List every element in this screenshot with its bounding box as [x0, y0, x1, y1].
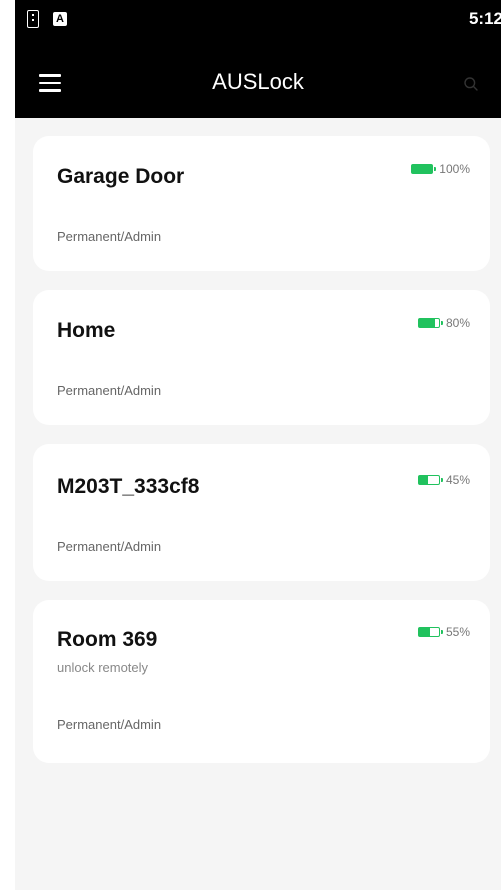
lock-role: Permanent/Admin [57, 717, 162, 732]
battery-indicator: 80% [417, 316, 470, 330]
battery-percent: 45% [445, 473, 470, 487]
battery-percent: 55% [445, 625, 470, 639]
battery-icon [417, 475, 443, 485]
app-screen: A 5:12 AUSLock Garage Door 100% Permanen… [15, 0, 501, 890]
lock-name: M203T_333cf8 [57, 475, 200, 498]
lock-subtitle: unlock remotely [57, 660, 149, 675]
battery-indicator: 55% [417, 625, 470, 639]
search-icon[interactable] [463, 76, 479, 92]
lock-card-m203t[interactable]: M203T_333cf8 45% Permanent/Admin [33, 444, 490, 581]
page-title: AUSLock [212, 69, 304, 94]
app-bar: AUSLock [15, 54, 501, 118]
lock-card-home[interactable]: Home 80% Permanent/Admin [33, 290, 490, 425]
lock-card-garage-door[interactable]: Garage Door 100% Permanent/Admin [33, 136, 490, 271]
battery-indicator: 45% [417, 473, 470, 487]
battery-indicator: 100% [411, 162, 470, 176]
lock-card-room-369[interactable]: Room 369 unlock remotely 55% Permanent/A… [33, 600, 490, 763]
lock-role: Permanent/Admin [57, 383, 162, 398]
lock-name: Home [57, 319, 116, 342]
lock-role: Permanent/Admin [57, 539, 162, 554]
status-time: 5:12 [468, 9, 501, 28]
lock-name: Garage Door [57, 165, 185, 188]
battery-icon [417, 627, 443, 637]
lock-role: Permanent/Admin [57, 229, 162, 244]
battery-icon [417, 318, 443, 328]
lock-name: Room 369 [57, 628, 158, 651]
notification-a-icon: A [53, 12, 67, 26]
battery-percent: 100% [439, 162, 470, 176]
battery-percent: 80% [445, 316, 470, 330]
battery-icon [411, 164, 437, 174]
sim-card-icon [27, 10, 39, 28]
status-bar: A 5:12 [15, 0, 501, 54]
